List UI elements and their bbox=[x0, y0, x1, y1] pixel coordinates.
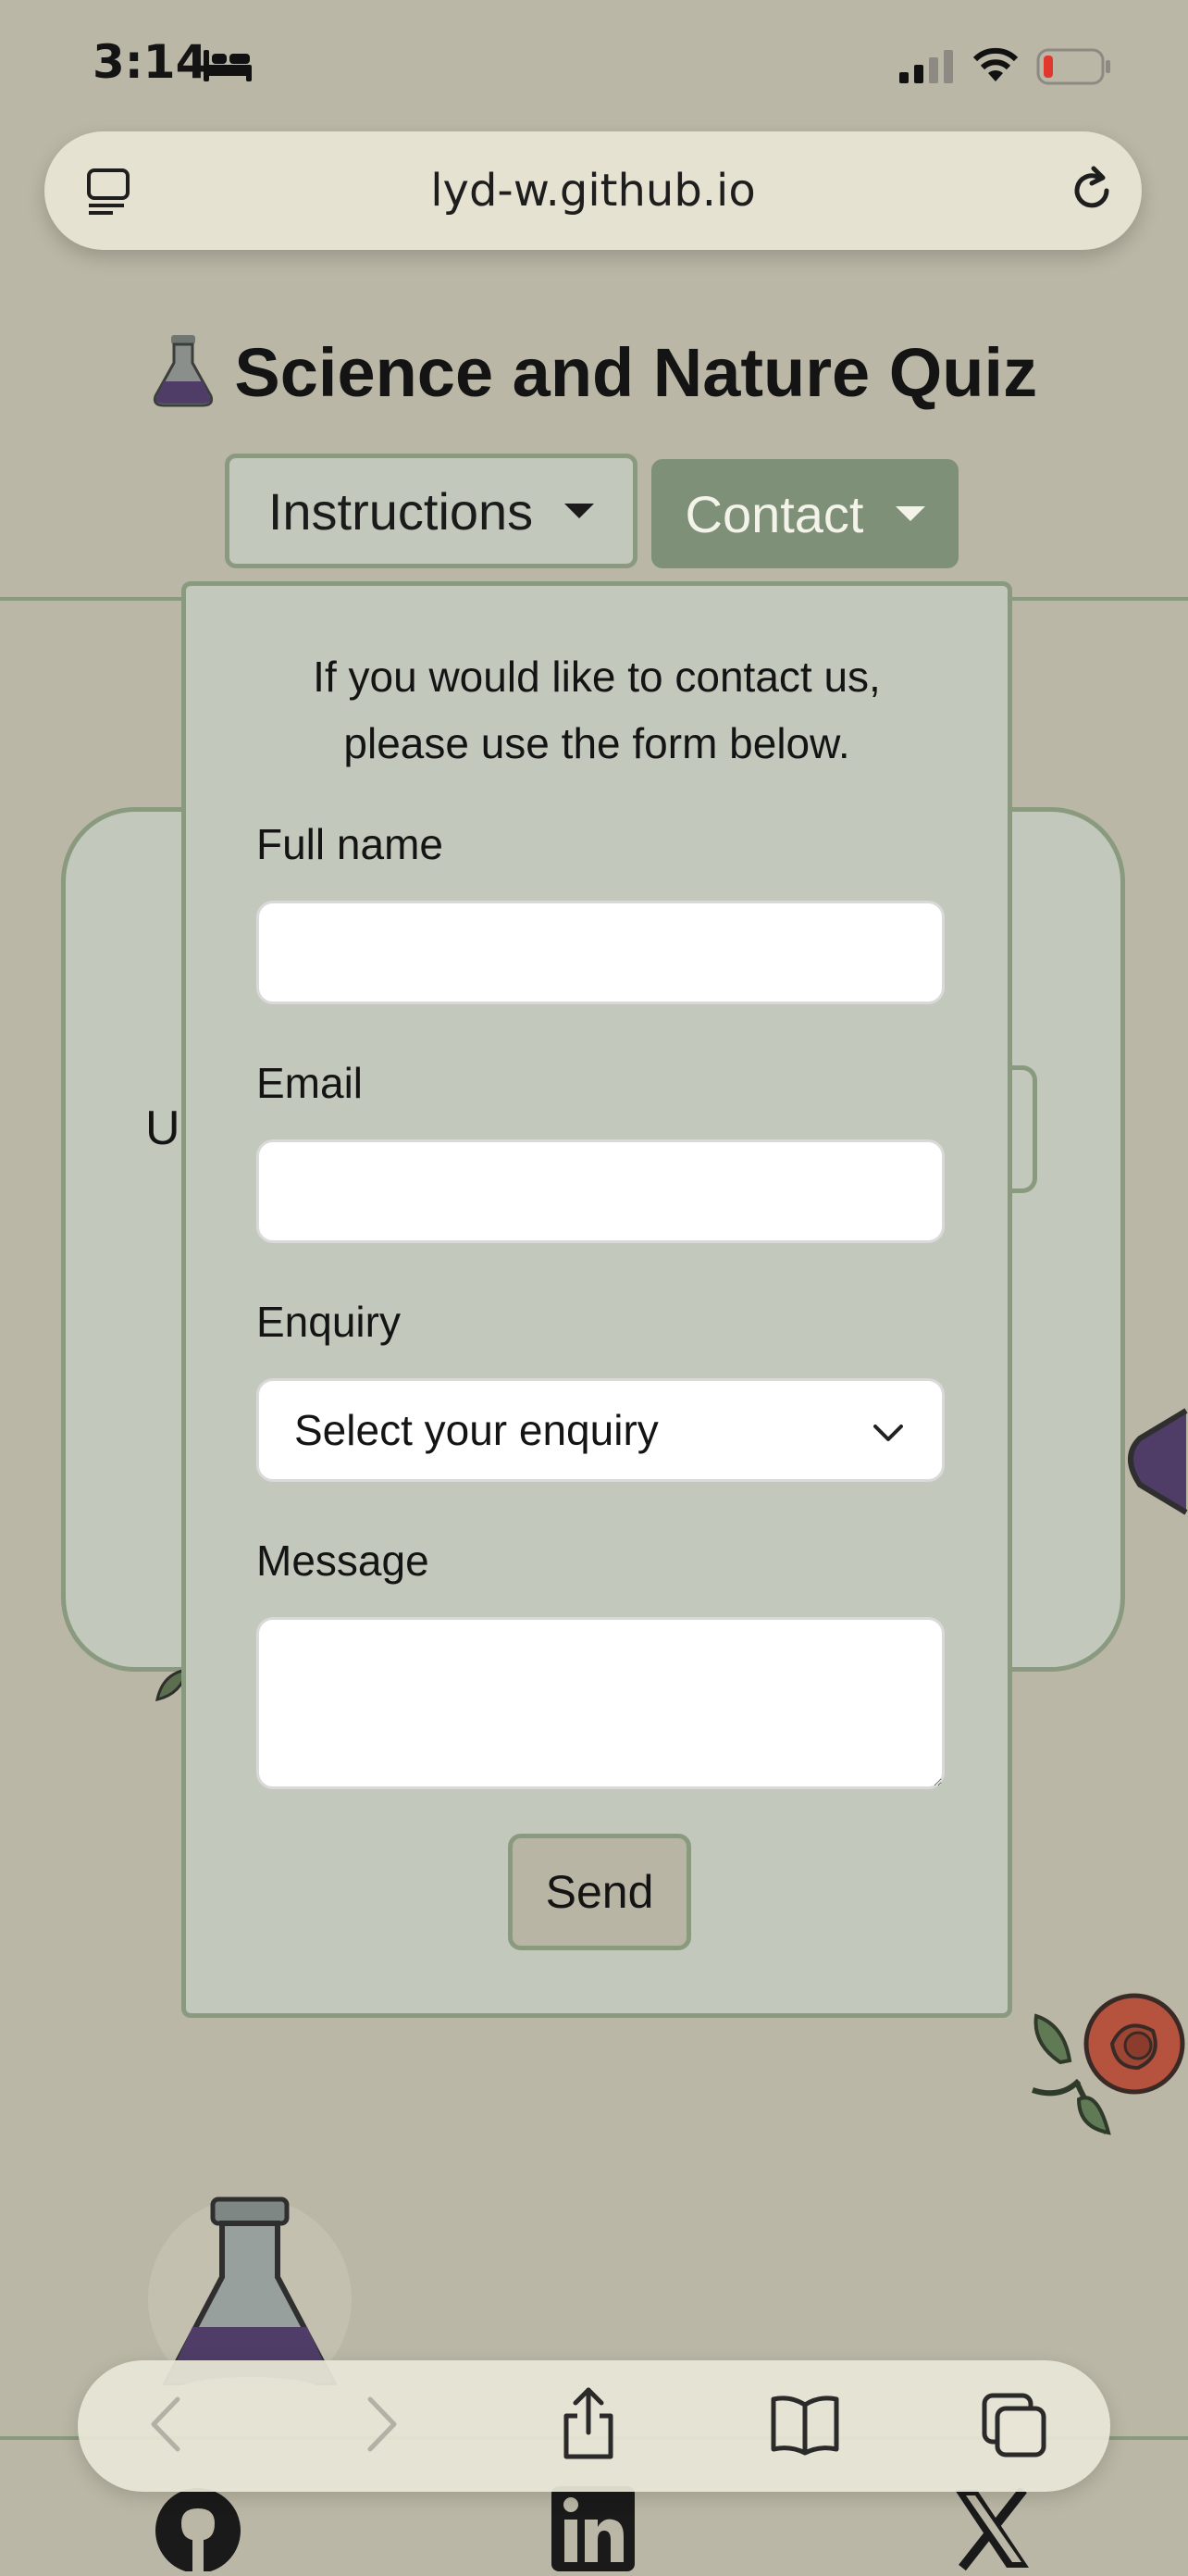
linkedin-icon[interactable] bbox=[551, 2486, 635, 2576]
url-text: lyd-w.github.io bbox=[430, 165, 756, 217]
instructions-label: Instructions bbox=[267, 481, 534, 541]
full-name-field[interactable] bbox=[256, 901, 945, 1004]
tabs-icon[interactable] bbox=[981, 2392, 1049, 2465]
bookmarks-icon[interactable] bbox=[768, 2392, 842, 2461]
flask-icon bbox=[151, 333, 216, 412]
forward-icon[interactable] bbox=[357, 2392, 403, 2461]
contact-form-panel: If you would like to contact us, please … bbox=[181, 581, 1012, 2018]
caret-down-icon bbox=[895, 506, 925, 521]
email-field[interactable] bbox=[256, 1139, 945, 1243]
flask-decoration-icon bbox=[1121, 1401, 1188, 1536]
message-textarea[interactable] bbox=[259, 1620, 942, 1786]
caret-down-icon bbox=[564, 504, 595, 518]
contact-intro-line-1: If you would like to contact us, bbox=[313, 653, 881, 701]
quiz-card-text: U bbox=[145, 1101, 180, 1155]
chevron-down-icon bbox=[872, 1405, 905, 1455]
page-header: Science and Nature Quiz bbox=[0, 333, 1188, 412]
share-icon[interactable] bbox=[559, 2386, 618, 2465]
instructions-dropdown-button[interactable]: Instructions bbox=[225, 454, 637, 568]
message-field[interactable] bbox=[256, 1617, 945, 1789]
battery-low-icon bbox=[1036, 48, 1112, 90]
footer-social-links bbox=[0, 2486, 1188, 2573]
reload-icon[interactable] bbox=[1066, 165, 1118, 221]
email-label: Email bbox=[256, 1059, 364, 1107]
rose-decoration-icon bbox=[1023, 1979, 1188, 2145]
enquiry-selected-value: Select your enquiry bbox=[294, 1406, 659, 1454]
message-label: Message bbox=[256, 1537, 429, 1585]
send-button[interactable]: Send bbox=[508, 1834, 691, 1950]
contact-label: Contact bbox=[685, 484, 864, 543]
sleep-focus-icon bbox=[202, 46, 254, 88]
status-time: 3:14 bbox=[93, 35, 208, 89]
full-name-label: Full name bbox=[256, 820, 443, 868]
full-name-input[interactable] bbox=[259, 903, 942, 1002]
status-bar: 3:14 bbox=[0, 0, 1188, 130]
email-input[interactable] bbox=[259, 1142, 942, 1240]
address-bar[interactable]: lyd-w.github.io bbox=[44, 131, 1142, 250]
enquiry-select[interactable]: Select your enquiry bbox=[256, 1378, 945, 1482]
browser-toolbar bbox=[78, 2360, 1110, 2492]
page-title: Science and Nature Quiz bbox=[234, 334, 1038, 411]
back-icon[interactable] bbox=[144, 2392, 191, 2461]
cellular-signal-icon bbox=[899, 50, 955, 88]
contact-intro-line-2: please use the form below. bbox=[343, 719, 850, 767]
contact-dropdown-button[interactable]: Contact bbox=[651, 459, 959, 568]
contact-intro: If you would like to contact us, please … bbox=[214, 643, 980, 777]
wifi-icon bbox=[971, 46, 1020, 88]
x-icon[interactable] bbox=[949, 2486, 1033, 2576]
enquiry-label: Enquiry bbox=[256, 1298, 401, 1346]
github-icon[interactable] bbox=[154, 2486, 242, 2576]
